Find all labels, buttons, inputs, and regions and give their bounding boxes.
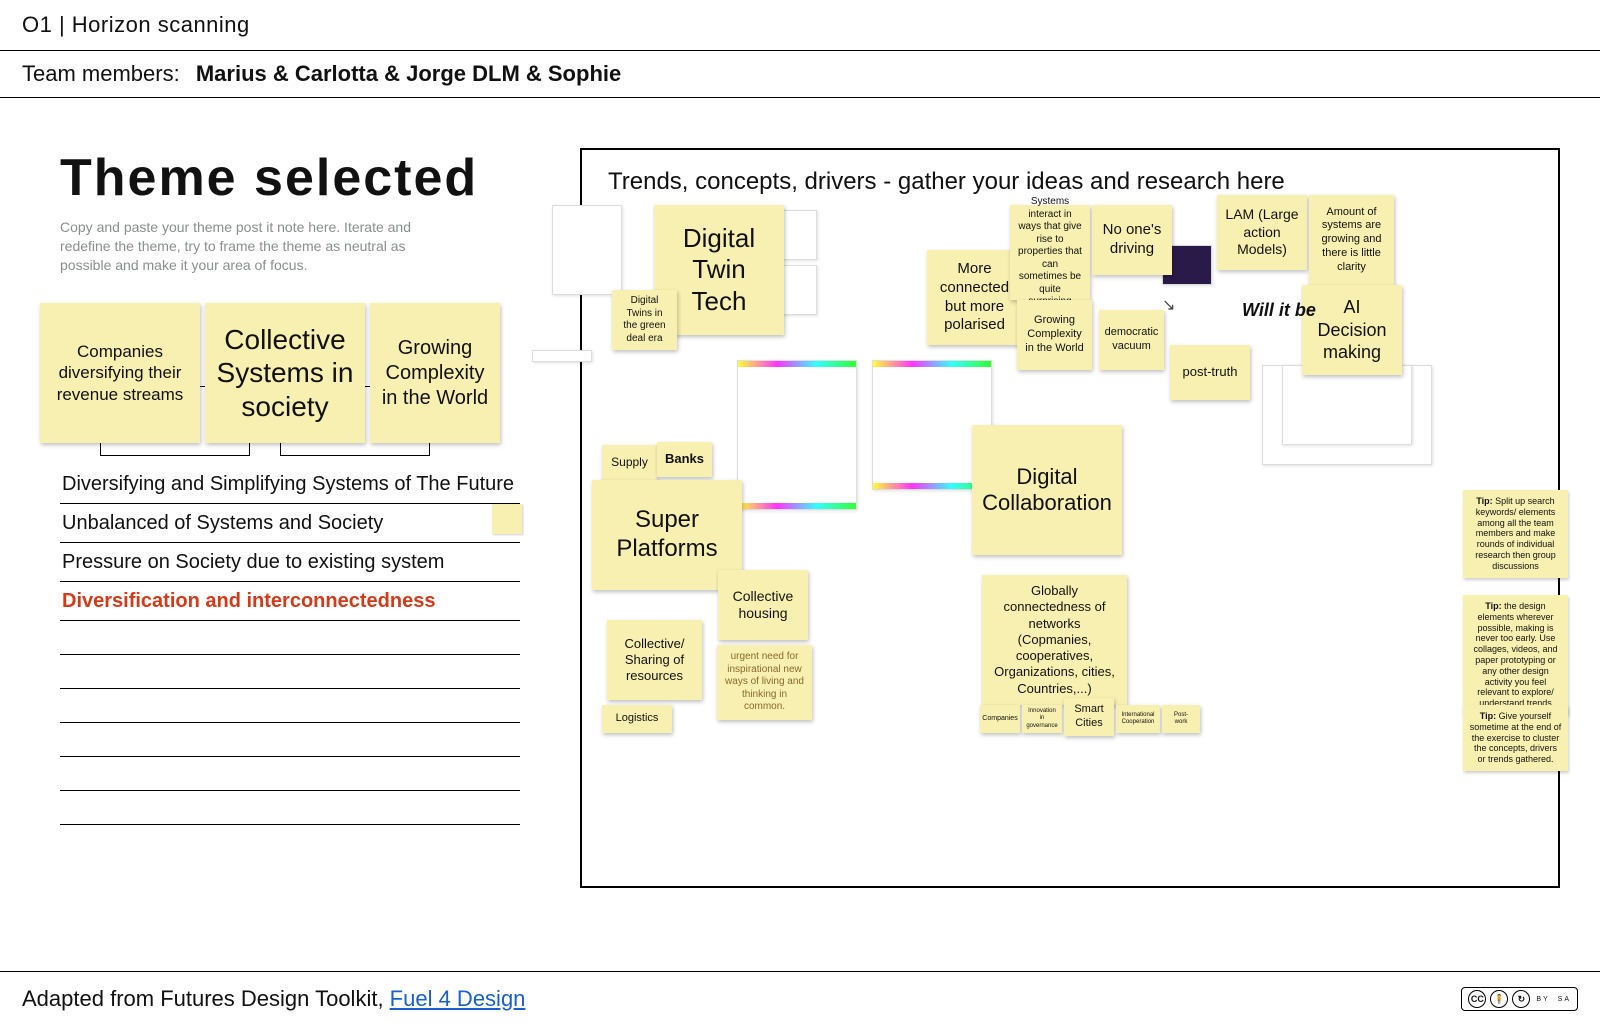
doc-snippet[interactable] <box>1282 365 1412 445</box>
footer-text: Adapted from Futures Design Toolkit, <box>22 986 390 1011</box>
sticky-note[interactable]: Collective/ Sharing of resources <box>607 620 702 700</box>
sticky-note[interactable]: Logistics <box>602 705 672 733</box>
footer-link[interactable]: Fuel 4 Design <box>390 986 526 1011</box>
arrow-icon: ↘ <box>1162 295 1175 315</box>
sticky-note[interactable]: Post-work <box>1162 705 1200 733</box>
sticky-note[interactable]: Amount of systems are growing and there … <box>1309 195 1394 285</box>
sticky-note[interactable]: Banks <box>657 442 712 477</box>
doc-snippet[interactable] <box>532 350 592 362</box>
sticky-note[interactable]: AI Decision making <box>1302 285 1402 375</box>
sticky-note[interactable]: Collective housing <box>718 570 808 640</box>
theme-slots: Diversifying and Simplifying Systems of … <box>60 465 520 825</box>
sticky-note[interactable]: post-truth <box>1170 345 1250 400</box>
sticky-note[interactable]: More connected but more polarised <box>927 250 1022 345</box>
sticky-note[interactable]: Digital Twins in the green deal era <box>612 290 677 350</box>
theme-panel: Theme selected Copy and paste your theme… <box>60 148 520 888</box>
sticky-note[interactable]: Growing Complexity in the World <box>370 303 500 443</box>
doc-snippet[interactable] <box>737 360 857 510</box>
theme-slot[interactable] <box>60 655 520 689</box>
theme-desc: Copy and paste your theme post it note h… <box>60 218 440 275</box>
sticky-note[interactable]: No one's driving <box>1092 205 1172 275</box>
handwritten-note[interactable]: Will it be <box>1242 300 1316 321</box>
ideas-board[interactable]: Trends, concepts, drivers - gather your … <box>580 148 1560 888</box>
theme-slot[interactable] <box>60 723 520 757</box>
tip-note[interactable]: Tip: the design elements wherever possib… <box>1463 595 1568 715</box>
mini-sticky[interactable] <box>492 504 522 534</box>
sticky-note[interactable]: Companies <box>980 705 1020 733</box>
sticky-note[interactable]: Smart Cities <box>1064 698 1114 736</box>
sticky-note[interactable]: International Cooperation <box>1116 705 1160 733</box>
cc-icon: CC <box>1468 990 1486 1008</box>
theme-slot[interactable]: Unbalanced of Systems and Society <box>60 504 520 543</box>
sticky-note[interactable]: Collective Systems in society <box>205 303 365 443</box>
theme-slot[interactable] <box>60 757 520 791</box>
team-value: Marius & Carlotta & Jorge DLM & Sophie <box>196 61 621 86</box>
page-header: O1 | Horizon scanning <box>0 0 1600 51</box>
by-icon: 🧍 <box>1490 990 1508 1008</box>
sa-icon: ↻ <box>1512 990 1530 1008</box>
theme-slot[interactable] <box>60 689 520 723</box>
sticky-note[interactable]: Systems interact in ways that give rise … <box>1010 205 1090 300</box>
sticky-note[interactable]: Innovation in governance <box>1022 705 1062 733</box>
sticky-note[interactable]: urgent need for inspirational new ways o… <box>717 645 812 720</box>
theme-title: Theme selected <box>60 148 520 208</box>
theme-slot[interactable]: Diversifying and Simplifying Systems of … <box>60 465 520 504</box>
doc-snippet[interactable] <box>552 205 622 295</box>
page-footer: Adapted from Futures Design Toolkit, Fue… <box>0 971 1600 1026</box>
sticky-note[interactable]: LAM (Large action Models) <box>1217 195 1307 270</box>
sticky-note[interactable]: Globally connectedness of networks (Copm… <box>982 575 1127 705</box>
sticky-note[interactable]: Digital Collaboration <box>972 425 1122 555</box>
team-row: Team members: Marius & Carlotta & Jorge … <box>0 51 1600 98</box>
sticky-note[interactable]: Growing Complexity in the World <box>1017 300 1092 370</box>
theme-slot[interactable]: Pressure on Society due to existing syst… <box>60 543 520 582</box>
theme-slot[interactable] <box>60 621 520 655</box>
theme-slot-final[interactable]: Diversification and interconnectedness <box>60 582 520 621</box>
board-title: Trends, concepts, drivers - gather your … <box>608 168 1532 196</box>
tip-note[interactable]: Tip: Give yourself sometime at the end o… <box>1463 705 1568 771</box>
cc-sub: BY SA <box>1536 996 1571 1003</box>
sticky-note[interactable]: Supply <box>602 445 657 480</box>
sticky-note[interactable]: Companies diversifying their revenue str… <box>40 303 200 443</box>
cc-license-badge[interactable]: CC 🧍 ↻ BY SA <box>1461 987 1578 1011</box>
sticky-note[interactable]: democratic vacuum <box>1099 310 1164 370</box>
team-label: Team members: <box>22 61 180 86</box>
tip-note[interactable]: Tip: Split up search keywords/ elements … <box>1463 490 1568 578</box>
theme-slot[interactable] <box>60 791 520 825</box>
header-title: O1 | Horizon scanning <box>22 12 250 37</box>
